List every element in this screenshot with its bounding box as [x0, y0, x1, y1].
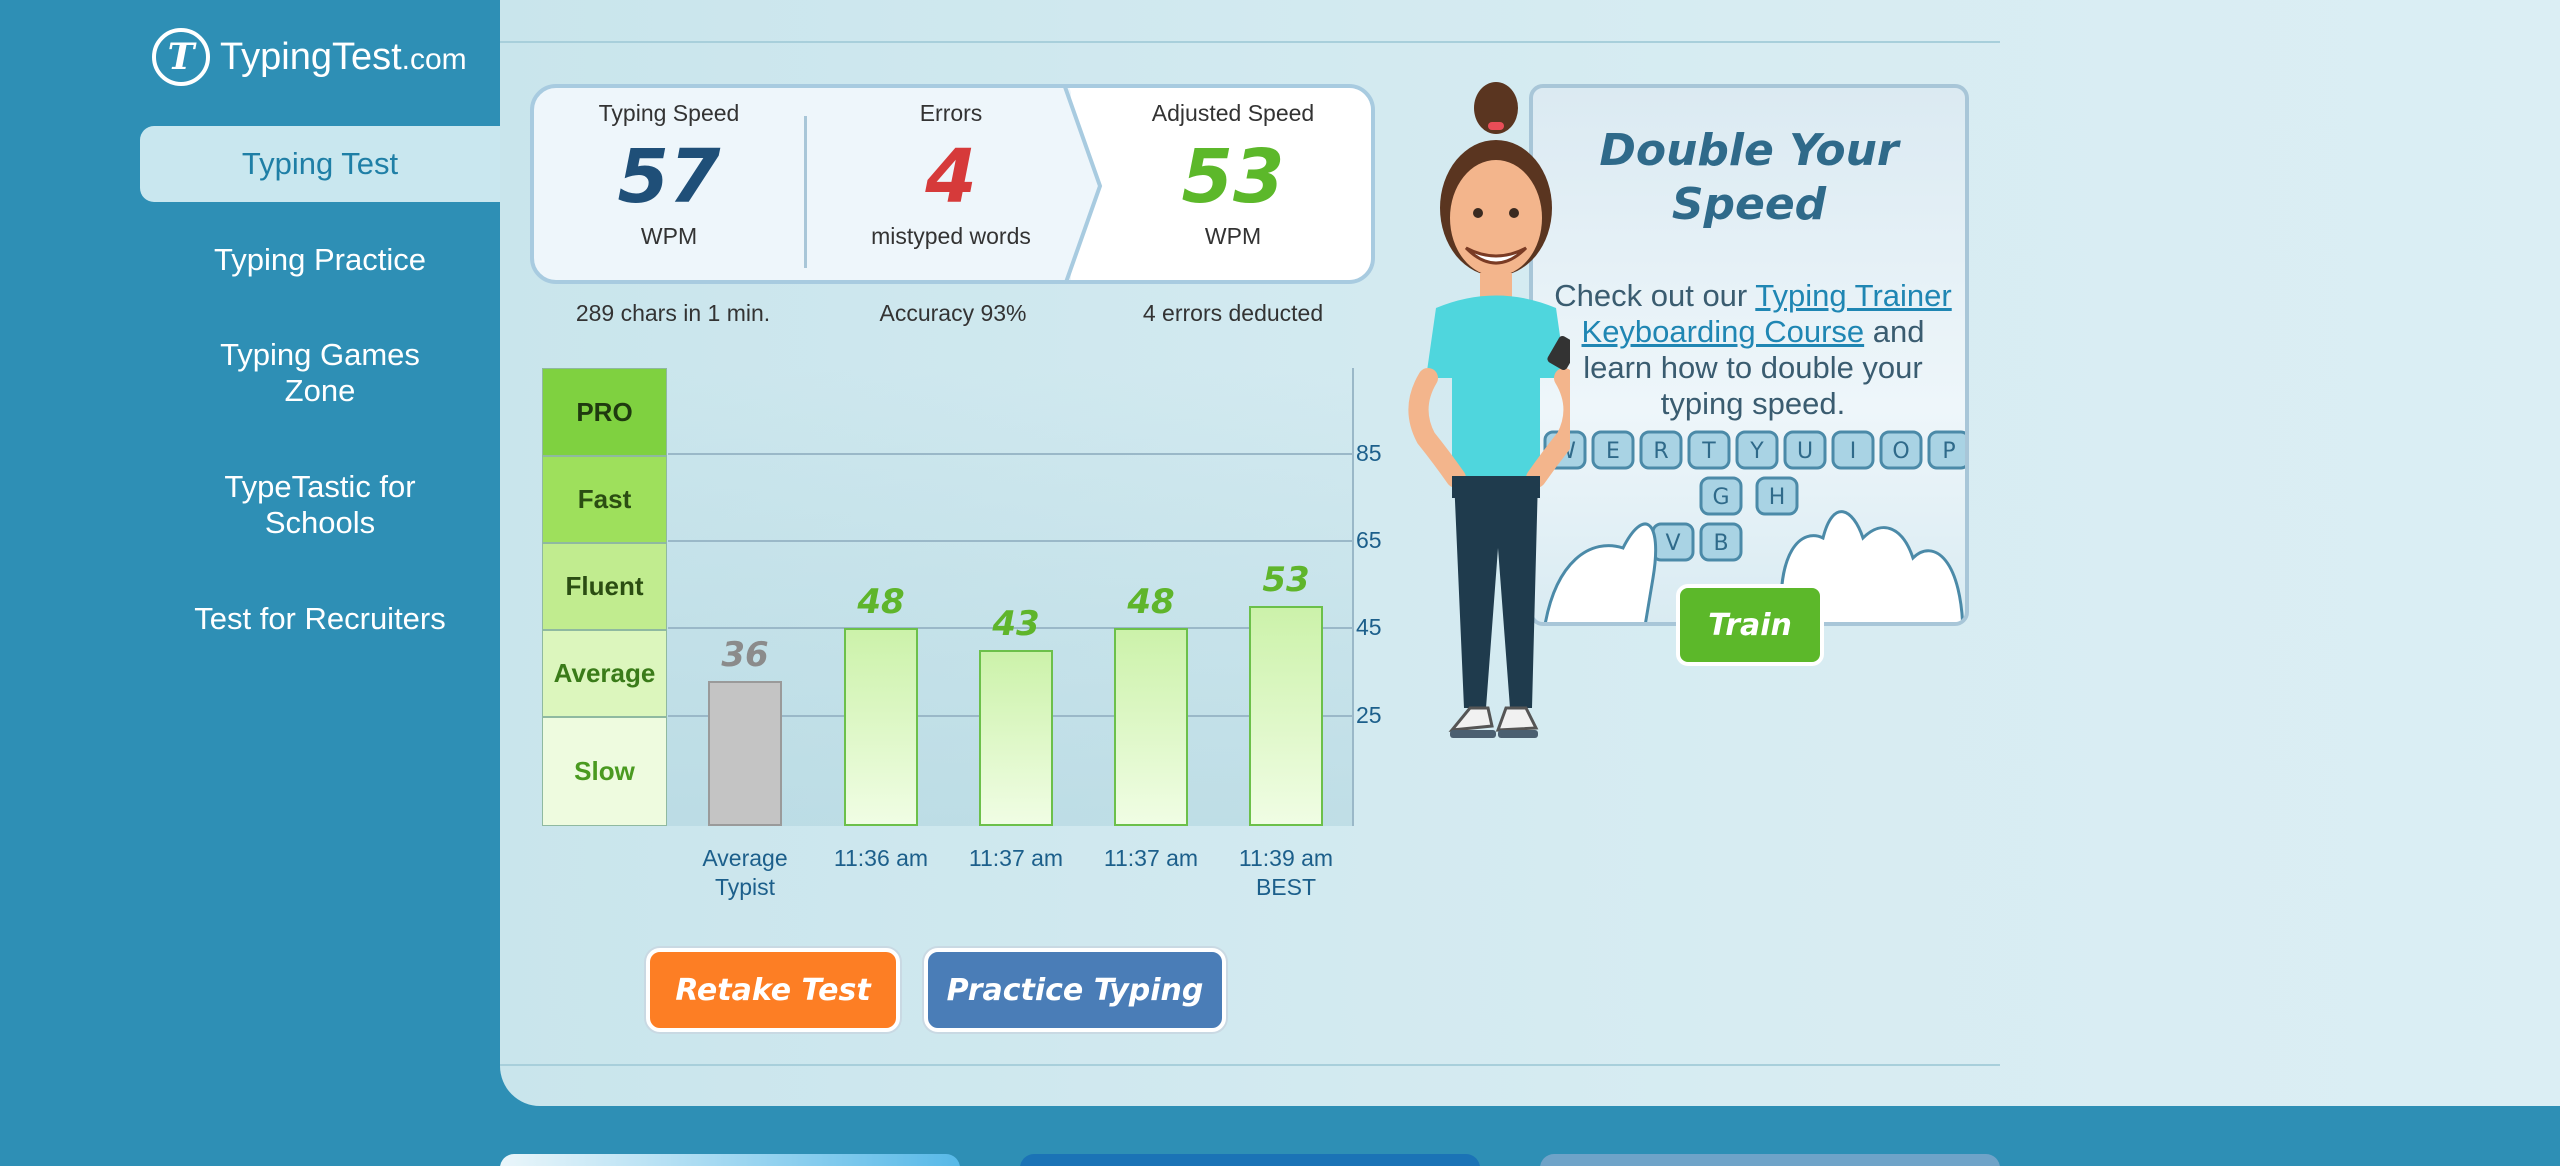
train-button[interactable]: Train [1676, 584, 1824, 666]
bar-value-label: 48 [857, 582, 905, 623]
gridline-65 [668, 540, 1354, 542]
errors-value: 4 [925, 134, 977, 220]
sidebar: T TypingTest.com Typing Test Typing Prac… [0, 0, 500, 1166]
chart-bar [1249, 606, 1323, 826]
keyboard-key-label: O [1892, 439, 1909, 464]
sidebar-item-typetastic[interactable]: TypeTastic for Schools [140, 469, 500, 541]
keyboard-key-label: Y [1749, 439, 1764, 464]
tier-pro: PRO [542, 368, 667, 456]
errors-label: Errors [919, 100, 983, 126]
keyboard-key-label: H [1769, 485, 1786, 510]
keyboard-key-label: V [1665, 531, 1680, 556]
tier-fluent: Fluent [542, 543, 667, 630]
sidebar-item-recruiters[interactable]: Test for Recruiters [140, 601, 500, 637]
bar-value-label: 43 [992, 604, 1040, 645]
bottom-card-3[interactable] [1540, 1154, 2000, 1166]
x-axis-label: 11:39 am BEST [1238, 845, 1334, 900]
bottom-card-2[interactable] [1020, 1154, 1480, 1166]
bar-value-label: 48 [1127, 582, 1175, 623]
adjusted-speed-value: 53 [1181, 134, 1285, 220]
score-box: Typing Speed 57 WPM Errors 4 mistyped wo… [530, 84, 1375, 284]
promo-title-line1: Double Your [1599, 125, 1899, 176]
errors-deducted: 4 errors deducted [1142, 300, 1324, 326]
keyboard-key-label: E [1606, 439, 1620, 464]
cartoon-typist-illustration [1408, 82, 1570, 738]
keyboard-key-label: R [1653, 439, 1668, 464]
keyboard-key-label: B [1713, 531, 1728, 556]
keyboard-key-label: U [1797, 439, 1813, 464]
promo-text-pre: Check out our [1554, 278, 1756, 313]
errors-unit: mistyped words [871, 223, 1031, 249]
typing-speed-value: 57 [617, 134, 721, 220]
chart-bar [844, 628, 918, 826]
accuracy: Accuracy 93% [879, 300, 1027, 326]
sidebar-item-typing-games[interactable]: Typing Games Zone [140, 337, 500, 409]
tier-slow: Slow [542, 717, 667, 826]
chart-bar [1114, 628, 1188, 826]
site-logo[interactable]: T TypingTest.com [152, 28, 467, 86]
logo-text: TypingTest.com [220, 35, 467, 78]
x-axis-label: Average Typist [702, 845, 788, 900]
keyboard-key-label: G [1712, 485, 1729, 510]
chart-bar [708, 680, 782, 826]
bar-value-label: 36 [721, 634, 769, 675]
adjusted-speed-unit: WPM [1204, 223, 1262, 249]
keyboard-key-label: P [1942, 439, 1955, 464]
keyboard-key-label: T [1701, 439, 1716, 464]
errors-stat: Errors 4 mistyped words [816, 88, 1086, 250]
typing-speed-label: Typing Speed [598, 100, 740, 126]
promo-title: Double Your Speed [1533, 124, 1965, 232]
stat-divider [804, 116, 807, 268]
bottom-card-1[interactable] [500, 1154, 960, 1166]
results-panel: Typing Speed 57 WPM Errors 4 mistyped wo… [500, 0, 2560, 1106]
logo-t-icon: T [152, 28, 210, 86]
adjusted-speed-label: Adjusted Speed [1151, 100, 1315, 126]
typing-speed-unit: WPM [640, 223, 698, 249]
promo-card: Double Your Speed Check out our Typing T… [1529, 84, 1969, 626]
keyboard-key-label: I [1850, 439, 1857, 464]
retake-test-button[interactable]: Retake Test [646, 948, 900, 1032]
sidebar-item-typing-practice[interactable]: Typing Practice [140, 242, 500, 278]
chars-per-minute: 289 chars in 1 min. [575, 300, 771, 326]
gridline-85 [668, 453, 1354, 455]
promo-title-line2: Speed [1671, 179, 1827, 230]
bar-value-label: 53 [1262, 560, 1310, 601]
chart-bar [979, 650, 1053, 826]
practice-typing-button[interactable]: Practice Typing [924, 948, 1226, 1032]
x-axis-label: 11:36 am [833, 845, 929, 871]
tier-average: Average [542, 630, 667, 717]
sidebar-item-typing-test[interactable]: Typing Test [140, 126, 500, 202]
x-axis-label: 11:37 am [1103, 845, 1199, 871]
adjusted-speed-stat: Adjusted Speed 53 WPM [1098, 88, 1368, 250]
promo-text: Check out our Typing Trainer Keyboarding… [1543, 278, 1963, 422]
chart-right-axis [1352, 368, 1354, 826]
tier-fast: Fast [542, 456, 667, 543]
typing-speed-stat: Typing Speed 57 WPM [534, 88, 804, 250]
x-axis-label: 11:37 am [968, 845, 1064, 871]
bottom-divider [500, 1064, 2000, 1066]
top-divider [500, 41, 2000, 43]
